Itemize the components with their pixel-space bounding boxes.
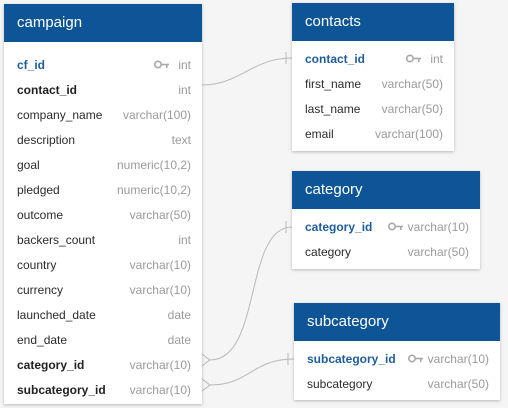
field-name: backers_count: [17, 233, 96, 247]
field-type: int: [430, 52, 443, 66]
table-header: contacts: [292, 3, 454, 41]
field-type: varchar(10): [427, 352, 489, 366]
field-row: category varchar(50): [292, 239, 480, 264]
key-icon: [408, 354, 423, 363]
table-header: campaign: [4, 4, 202, 42]
field-type: int: [178, 83, 191, 97]
field-type: varchar(100): [122, 108, 191, 122]
field-type: int: [178, 233, 191, 247]
key-icon: [406, 54, 421, 63]
field-row: end_date date: [4, 327, 202, 352]
table-header: subcategory: [294, 303, 500, 341]
field-name: contact_id: [305, 52, 366, 66]
key-icon: [154, 60, 169, 69]
field-row: pledged numeric(10,2): [4, 177, 202, 202]
many-marker: [201, 378, 211, 392]
table-contacts[interactable]: contacts contact_id int first_name varch…: [292, 3, 454, 151]
field-name: email: [305, 127, 334, 141]
field-name: outcome: [17, 208, 64, 222]
field-row: subcategory_id varchar(10): [4, 377, 202, 402]
table-category[interactable]: category category_id varchar(10) categor…: [292, 171, 480, 269]
field-name: end_date: [17, 333, 68, 347]
field-name: contact_id: [17, 83, 78, 97]
field-row: outcome varchar(50): [4, 202, 202, 227]
field-name: category_id: [305, 220, 373, 234]
field-name: launched_date: [17, 308, 96, 322]
field-row: currency varchar(10): [4, 277, 202, 302]
field-name: subcategory: [307, 377, 373, 391]
field-name: country: [17, 258, 57, 272]
field-name: company_name: [17, 108, 103, 122]
field-type: varchar(10): [129, 383, 191, 397]
field-type: numeric(10,2): [116, 158, 191, 172]
field-row: description text: [4, 127, 202, 152]
field-type: date: [167, 308, 191, 322]
field-row: company_name varchar(100): [4, 102, 202, 127]
table-header: category: [292, 171, 480, 209]
field-type: varchar(10): [129, 283, 191, 297]
table-subcategory[interactable]: subcategory subcategory_id varchar(10) s…: [294, 303, 500, 400]
field-type: numeric(10,2): [116, 183, 191, 197]
field-row: last_name varchar(50): [292, 96, 454, 121]
field-type: varchar(50): [381, 102, 443, 116]
field-name: goal: [17, 158, 40, 172]
field-row: cf_id int: [4, 52, 202, 77]
field-type: varchar(10): [129, 358, 191, 372]
field-row: subcategory varchar(50): [294, 371, 500, 396]
many-marker: [201, 353, 211, 367]
field-name: subcategory_id: [17, 383, 106, 397]
field-type: int: [178, 58, 191, 72]
field-row: goal numeric(10,2): [4, 152, 202, 177]
field-type: date: [167, 333, 191, 347]
field-row: category_id varchar(10): [292, 214, 480, 239]
field-row: email varchar(100): [292, 121, 454, 146]
field-row: contact_id int: [292, 46, 454, 71]
field-name: description: [17, 133, 76, 147]
relation-category-id: [209, 226, 293, 361]
field-type: varchar(10): [129, 258, 191, 272]
field-row: subcategory_id varchar(10): [294, 346, 500, 371]
field-type: varchar(50): [407, 245, 469, 259]
field-type: varchar(10): [407, 220, 469, 234]
field-name: cf_id: [17, 58, 46, 72]
table-campaign[interactable]: campaign cf_id int contact_id int compan…: [4, 4, 202, 404]
key-icon: [388, 222, 403, 231]
field-row: country varchar(10): [4, 252, 202, 277]
field-row: launched_date date: [4, 302, 202, 327]
field-row: category_id varchar(10): [4, 352, 202, 377]
field-name: first_name: [305, 77, 362, 91]
field-name: subcategory_id: [307, 352, 396, 366]
field-type: varchar(50): [129, 208, 191, 222]
relation-contact-id: [201, 57, 293, 86]
field-name: currency: [17, 283, 64, 297]
field-name: category: [305, 245, 352, 259]
field-type: varchar(50): [427, 377, 489, 391]
field-type: varchar(100): [374, 127, 443, 141]
relation-subcategory-id: [209, 358, 295, 386]
field-type: text: [171, 133, 191, 147]
field-row: first_name varchar(50): [292, 71, 454, 96]
field-type: varchar(50): [381, 77, 443, 91]
field-name: category_id: [17, 358, 85, 372]
field-name: pledged: [17, 183, 60, 197]
field-row: contact_id int: [4, 77, 202, 102]
field-name: last_name: [305, 102, 361, 116]
field-row: backers_count int: [4, 227, 202, 252]
